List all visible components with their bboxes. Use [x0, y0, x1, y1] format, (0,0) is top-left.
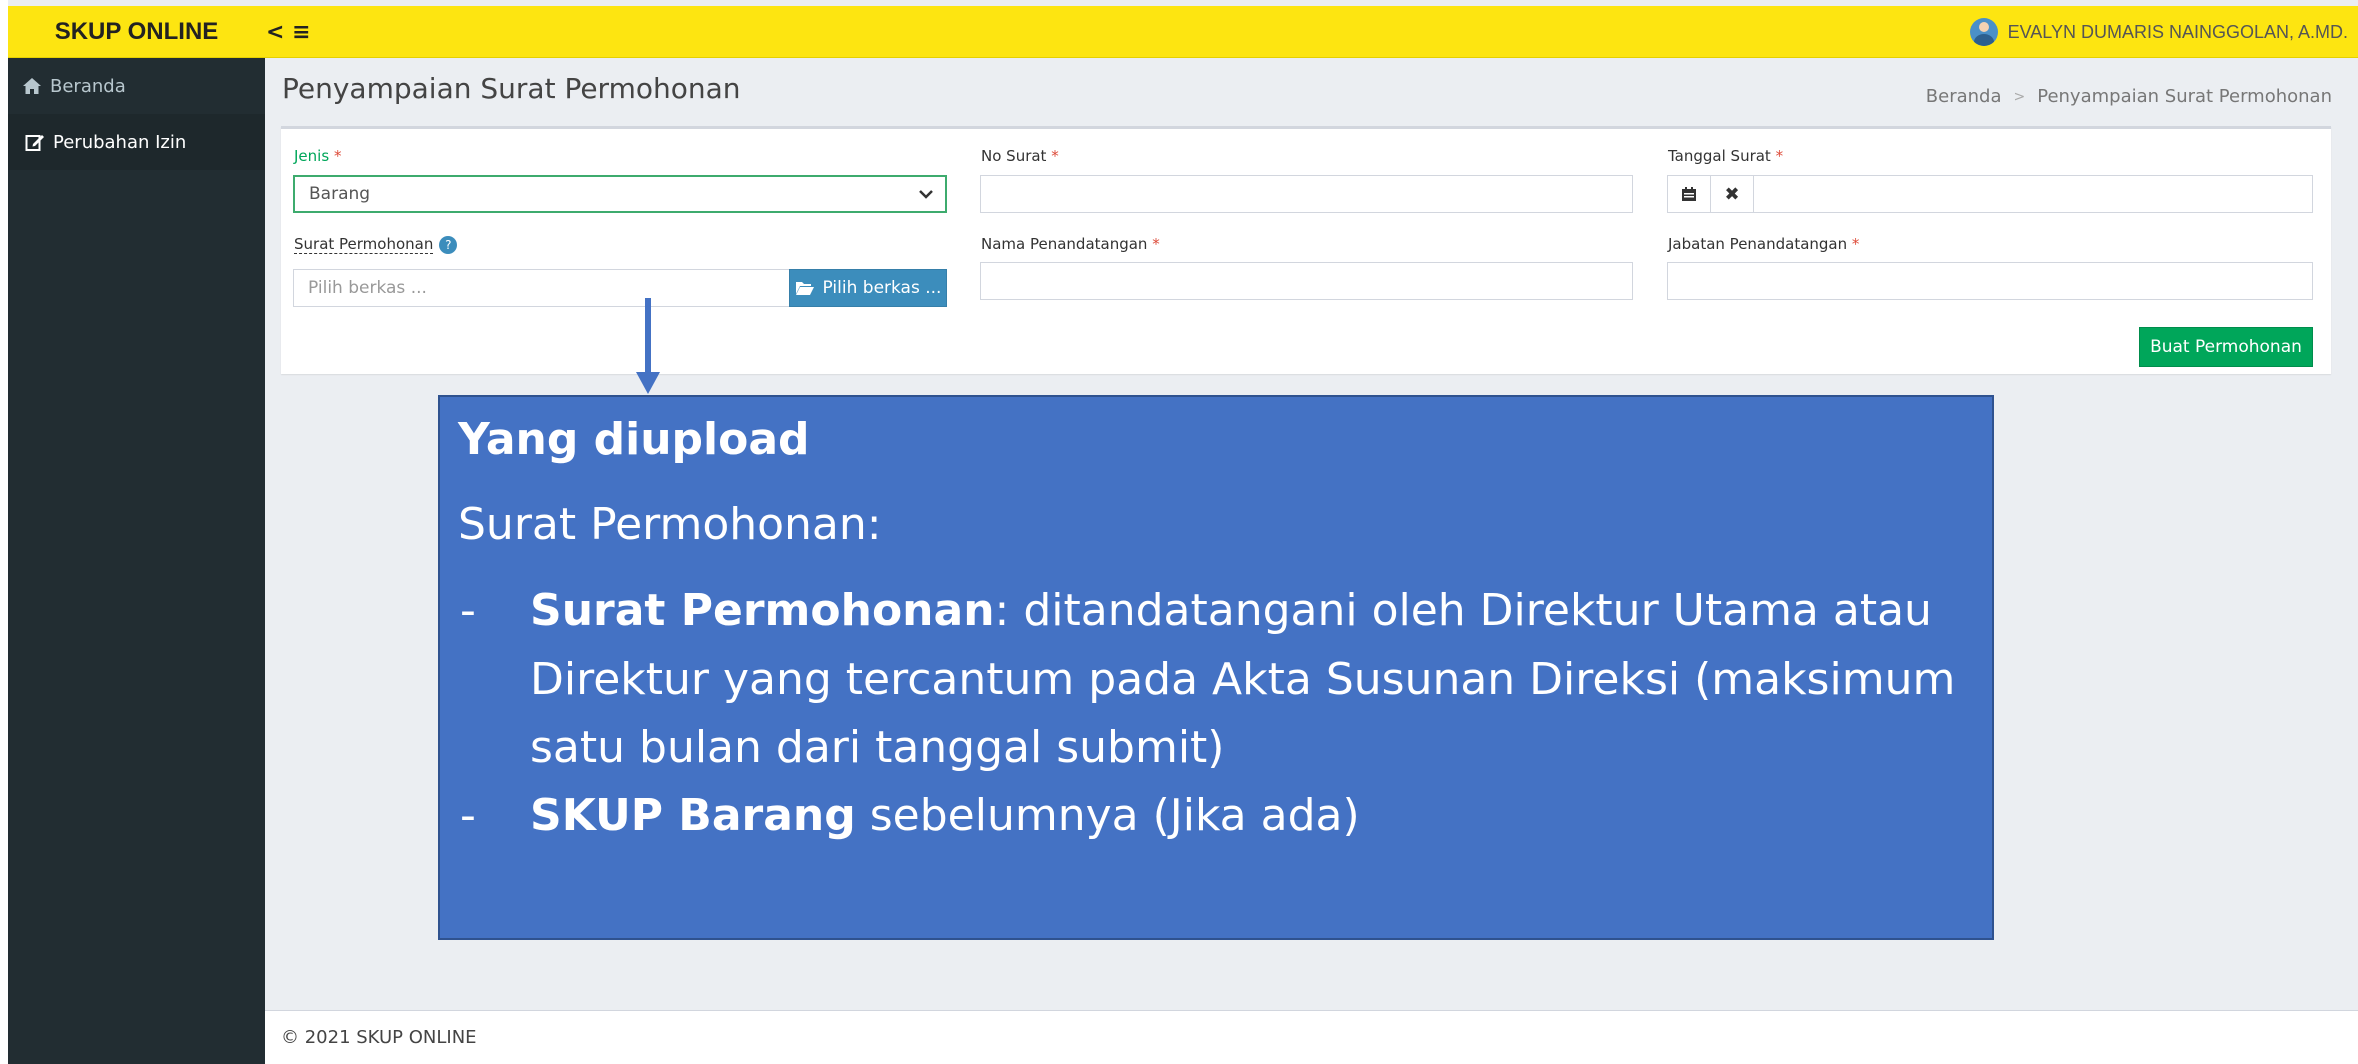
sidebar-toggle-button[interactable]: < ≡ [266, 6, 311, 58]
user-name: EVALYN DUMARIS NAINGGOLAN, A.MD. [2007, 21, 2348, 42]
no-surat-label: No Surat * [981, 147, 1059, 165]
list-item: - SKUP Barang sebelumnya (Jika ada) [460, 789, 1360, 841]
home-icon [23, 78, 41, 94]
sidebar-item-perubahan-izin[interactable]: Perubahan Izin [8, 114, 265, 170]
jabatan-penandatangan-label: Jabatan Penandatangan * [1668, 235, 1860, 253]
nama-penandatangan-label: Nama Penandatangan * [981, 235, 1160, 253]
hamburger-icon: < ≡ [266, 19, 311, 45]
calendar-icon[interactable] [1667, 175, 1711, 213]
avatar [1969, 18, 1998, 46]
callout-subtitle: Surat Permohonan: [458, 499, 882, 551]
surat-permohonan-label: Surat Permohonan? [294, 235, 458, 254]
folder-open-icon [795, 282, 814, 295]
breadcrumb-home[interactable]: Beranda [1926, 86, 2002, 107]
tanggal-surat-label: Tanggal Surat * [1668, 147, 1784, 165]
breadcrumb-current: Penyampaian Surat Permohonan [2037, 86, 2332, 107]
footer: © 2021 SKUP ONLINE [265, 1010, 2358, 1064]
tanggal-surat-input[interactable] [1753, 175, 2313, 213]
callout-title: Yang diupload [458, 414, 810, 465]
form-box: Jenis * Barang No Surat * Tanggal Surat … [281, 126, 2331, 374]
jenis-select[interactable]: Barang [293, 175, 947, 213]
frame-edge [0, 0, 8, 1064]
sidebar-item-label: Beranda [50, 75, 126, 97]
jabatan-penandatangan-input[interactable] [1667, 262, 2313, 300]
browse-file-button[interactable]: Pilih berkas ... [789, 269, 947, 307]
no-surat-input[interactable] [980, 175, 1633, 213]
top-header: SKUP ONLINE < ≡ EVALYN DUMARIS NAINGGOLA… [8, 6, 2358, 58]
list-item: - Surat Permohonan: ditandatangani oleh D… [460, 585, 1956, 773]
nama-penandatangan-input[interactable] [980, 262, 1633, 300]
callout-list: - Surat Permohonan: ditandatangani oleh D… [458, 577, 1974, 850]
arrow-line [645, 298, 651, 374]
sidebar-item-label: Perubahan Izin [53, 131, 187, 153]
chevron-right-icon: > [2013, 88, 2026, 105]
sidebar-item-beranda[interactable]: Beranda [8, 58, 265, 114]
user-menu[interactable]: EVALYN DUMARIS NAINGGOLAN, A.MD. [1969, 6, 2348, 58]
chevron-down-icon [919, 190, 933, 199]
annotation-callout: Yang diupload Surat Permohonan: - Surat P… [438, 395, 1994, 940]
sidebar: Beranda Perubahan Izin [8, 58, 265, 1064]
brand-logo[interactable]: SKUP ONLINE [8, 6, 265, 58]
buat-permohonan-button[interactable]: Buat Permohonan [2139, 327, 2313, 367]
jenis-value: Barang [309, 184, 371, 204]
clear-date-icon[interactable]: ✖ [1710, 175, 1754, 213]
jenis-label: Jenis * [294, 147, 342, 165]
page-title: Penyampaian Surat Permohonan [282, 72, 741, 105]
edit-icon [25, 135, 44, 151]
surat-permohonan-file-input[interactable]: Pilih berkas ... [293, 269, 790, 307]
help-icon[interactable]: ? [439, 235, 458, 254]
breadcrumb: Beranda > Penyampaian Surat Permohonan [1926, 86, 2332, 107]
arrow-down-icon [636, 372, 660, 394]
